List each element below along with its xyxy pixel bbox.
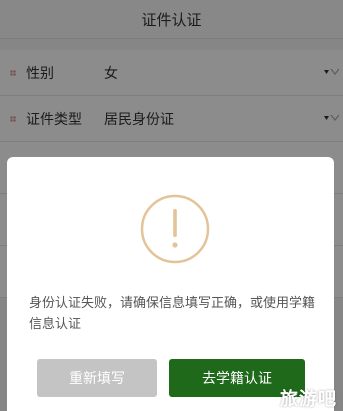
exclamation-icon [140,194,210,264]
site-watermark: 旅游吧 [280,389,337,410]
auth-failed-dialog: 身份认证失败，请确保信息填写正确，或使用学籍信息认证 重新填写 去学籍认证 [7,157,334,411]
dialog-message: 身份认证失败，请确保信息填写正确，或使用学籍信息认证 [29,296,316,332]
refill-button[interactable]: 重新填写 [37,359,157,397]
